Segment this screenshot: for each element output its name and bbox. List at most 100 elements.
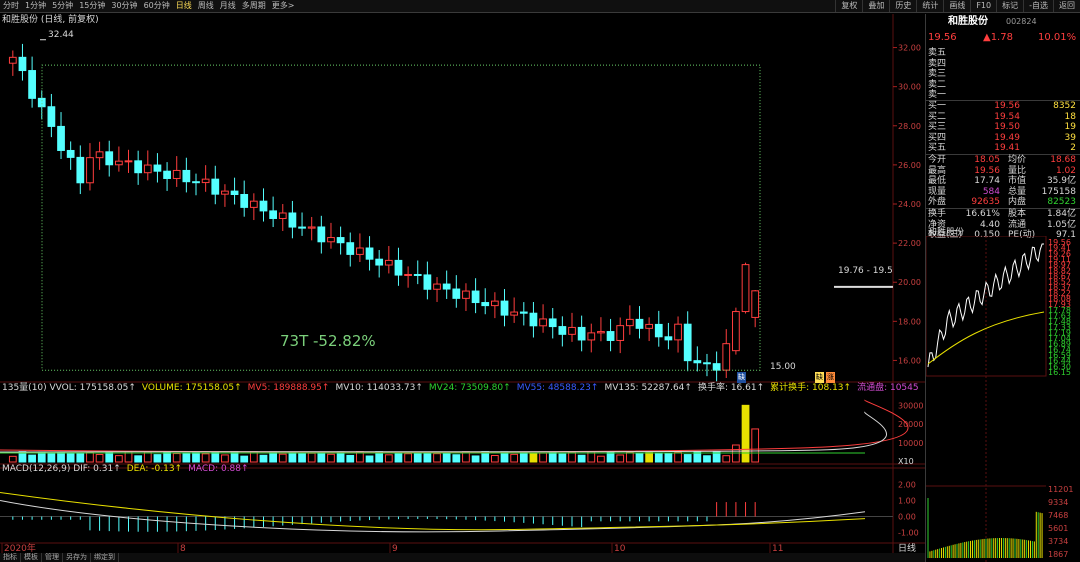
candle-body [741,264,750,313]
stats-row-2-cell: 最低 [928,176,947,186]
candle-body [249,200,258,208]
ask-row-0: 卖五 [928,48,1078,58]
candle-body [433,283,441,290]
bid-row-3-cell: 19.49 [994,132,1020,143]
price-tick-label: 28.00 [898,122,921,131]
ask-row-1-cell: 卖四 [928,58,947,69]
bottom-tab-1[interactable]: 模板 [21,553,42,562]
candle-body [47,106,56,127]
volume-bar [278,453,287,463]
intraday-chart[interactable]: 19.5619.4119.2619.1118.9718.8218.6718.52… [926,236,1080,562]
period-tab-6[interactable]: 日线 [173,0,195,12]
price-change: ▲1.78 [983,32,1013,43]
x-axis-label: 2020年 [4,542,36,553]
period-tab-7[interactable]: 周线 [195,0,217,12]
volume-bar [28,454,36,463]
stats-row-2: 最低 17.74 市值 35.9亿 [928,176,1078,186]
range-annotation: 73T -52.82% [280,332,376,350]
intraday-vol-tick: 3734 [1048,537,1068,546]
stats-row-4-cell: 内盘 [1008,197,1027,207]
bottom-tab-2[interactable]: 管理 [42,553,63,562]
stats-row-0-cell: 均价 [1008,155,1027,165]
toolbar-button-2[interactable]: 历史 [889,0,916,12]
candle-body [307,226,316,229]
bottom-tab-3[interactable]: 另存为 [63,553,91,562]
volume-bar [307,452,316,463]
stats-row-0: 今开 18.05 均价 18.68 [928,155,1078,165]
stock-app: 分时 1分钟 5分钟 15分钟 30分钟 60分钟 日线 周线 月线 多周期 更多> 复权 叠加 历史 统计… [0,0,1080,562]
volume-bar [519,451,528,463]
stats-row-1-cell: 1.02 [1055,165,1076,176]
price-tick-label: 32.00 [898,44,921,53]
volume-bar [558,453,567,463]
intraday-vol-tick: 1867 [1048,550,1068,559]
toolbar-button-8[interactable]: 返回 [1053,0,1080,12]
volume-bar [95,453,104,463]
volume-legend-item-8: 累计换手: 108.13↑ [770,383,852,393]
candle-body [606,331,615,341]
period-tab-5[interactable]: 60分钟 [141,0,173,12]
bid-row-0-cell: 8352 [1053,101,1076,111]
candle-body [548,318,557,328]
candle-body [635,318,644,329]
period-tab-10[interactable]: 更多> [269,0,298,12]
toolbar-button-7[interactable]: -自选 [1023,0,1053,12]
bid-row-4-cell: 2 [1070,143,1076,153]
candle-body [86,157,94,184]
toolbar-button-0[interactable]: 复权 [835,0,862,12]
bid-row-1-cell: 18 [1064,111,1076,122]
volume-bar [703,455,711,463]
stock-name: 和胜股份 [948,16,988,27]
candle-body [616,325,625,341]
volume-bar [442,451,451,463]
intraday-vol-tick: 5601 [1048,524,1068,533]
period-tab-9[interactable]: 多周期 [239,0,269,12]
period-tab-2[interactable]: 5分钟 [49,0,76,12]
toolbar-button-1[interactable]: 叠加 [862,0,889,12]
price-tick-label: 18.00 [898,317,921,326]
stats-row-0-cell: 今开 [928,155,947,165]
period-tab-4[interactable]: 30分钟 [108,0,140,12]
period-tab-0[interactable]: 分时 [0,0,22,12]
candle-body [732,311,740,352]
candle-body [221,190,229,195]
toolbar-button-6[interactable]: 标记 [996,0,1023,12]
ask-row-2: 卖三 [928,69,1078,79]
volume-bar [211,451,220,463]
period-tab-1[interactable]: 1分钟 [22,0,49,12]
toolbar-button-4[interactable]: 画线 [943,0,970,12]
high-price-label: 32.44 [48,30,74,40]
stats2-row-0-cell: 股本 [1008,209,1027,219]
candle-body [413,273,422,276]
bottom-tab-4[interactable]: 绑定到 [91,553,119,562]
period-tab-3[interactable]: 15分钟 [76,0,108,12]
period-tab-8[interactable]: 月线 [217,0,239,12]
x-axis-label: 11 [772,544,783,553]
candle-body [143,164,152,174]
volume-bar [288,451,297,463]
stats-row-1: 最高 19.56 量比 1.02 [928,166,1078,176]
volume-bar [47,453,56,463]
last-price: 19.56 [928,32,957,43]
bottom-tabs: 指标 模板 管理 另存为 绑定到 [0,553,925,562]
volume-bar [722,455,731,463]
candle-body [568,326,576,335]
x-axis-label: 10 [614,544,626,553]
volume-bar [384,454,393,463]
candle-body [375,258,384,266]
chart-title: 和胜股份 (日线, 前复权) [2,15,99,25]
stats-row-1-cell: 量比 [1008,165,1027,176]
stats-row-4-cell: 92635 [971,197,1000,207]
price-change-pct: 10.01% [1038,32,1077,43]
volume-legend-item-4: MV24: 73509.80↑ [428,383,511,393]
toolbar-button-5[interactable]: F10 [970,0,996,12]
candle-body [452,288,461,299]
ask-row-1: 卖四 [928,59,1078,69]
candle-body [105,151,114,166]
toolbar-button-3[interactable]: 统计 [916,0,943,12]
candle-body [57,125,65,151]
volume-tick-label: 10000 [898,439,923,448]
intraday-vol-tick: 7468 [1048,511,1068,520]
low-price-label: 15.00 [770,362,796,372]
bottom-tab-0[interactable]: 指标 [0,553,21,562]
